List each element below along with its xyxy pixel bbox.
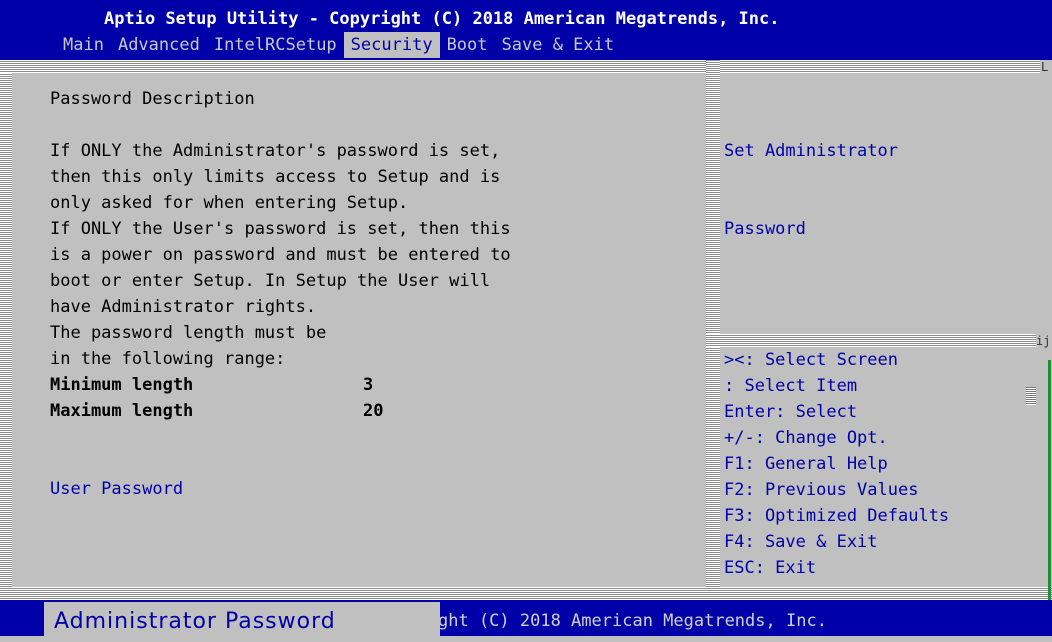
min-length-label: Minimum length bbox=[50, 375, 194, 395]
description-line: If ONLY the User's password is set, then… bbox=[50, 219, 511, 239]
description-line: boot or enter Setup. In Setup the User w… bbox=[50, 271, 491, 291]
tab-advanced[interactable]: Advanced bbox=[111, 32, 207, 58]
main-panel: Password Description If ONLY the Adminis… bbox=[50, 86, 700, 502]
top-border bbox=[0, 60, 1040, 73]
key-select-screen: ><: Select Screen bbox=[724, 350, 898, 370]
help-line: Password bbox=[724, 219, 806, 239]
description-line: If ONLY the Administrator's password is … bbox=[50, 141, 501, 161]
description-line: The password length must be bbox=[50, 323, 327, 343]
key-f1: F1: General Help bbox=[724, 454, 888, 474]
tab-intelrcsetup[interactable]: IntelRCSetup bbox=[207, 32, 344, 58]
password-description-heading: Password Description bbox=[50, 89, 255, 109]
mid-corner-glyph: ij bbox=[1036, 334, 1051, 348]
max-length-value: 20 bbox=[363, 401, 384, 421]
max-length-row: Maximum length 20 bbox=[50, 398, 700, 424]
max-length-label: Maximum length bbox=[50, 401, 194, 421]
left-border bbox=[0, 73, 12, 600]
footer-copyright: ght (C) 2018 American Megatrends, Inc. bbox=[438, 611, 827, 631]
description-line: then this only limits access to Setup an… bbox=[50, 167, 501, 187]
key-f3: F3: Optimized Defaults bbox=[724, 506, 950, 526]
tab-main[interactable]: Main bbox=[56, 32, 111, 58]
tab-save-exit[interactable]: Save & Exit bbox=[495, 32, 622, 58]
app-title: Aptio Setup Utility - Copyright (C) 2018… bbox=[104, 9, 780, 29]
user-password-item[interactable]: User Password bbox=[50, 476, 700, 502]
help-text: Set Administrator Password bbox=[724, 86, 898, 268]
top-corner-glyph: L bbox=[1041, 60, 1049, 74]
bottom-border bbox=[0, 587, 1052, 600]
green-edge bbox=[1048, 360, 1051, 600]
help-line: Set Administrator bbox=[724, 141, 898, 161]
selected-item-popup[interactable]: Administrator Password bbox=[44, 602, 440, 636]
description-line: only asked for when entering Setup. bbox=[50, 193, 409, 213]
header-bar: Aptio Setup Utility - Copyright (C) 2018… bbox=[0, 0, 1052, 60]
description-line: in the following range: bbox=[50, 349, 286, 369]
description-line: is a power on password and must be enter… bbox=[50, 245, 511, 265]
key-f4: F4: Save & Exit bbox=[724, 532, 878, 552]
key-f2: F2: Previous Values bbox=[724, 480, 919, 500]
key-select-item: : Select Item bbox=[724, 376, 858, 396]
scrollbar-thumb[interactable] bbox=[1026, 387, 1036, 405]
tab-boot[interactable]: Boot bbox=[440, 32, 495, 58]
panel-divider bbox=[706, 60, 720, 600]
tab-bar: Main Advanced IntelRCSetup Security Boot… bbox=[56, 32, 621, 58]
min-length-row: Minimum length 3 bbox=[50, 372, 700, 398]
description-line: have Administrator rights. bbox=[50, 297, 317, 317]
key-change-opt: +/-: Change Opt. bbox=[724, 428, 888, 448]
key-legend: ><: Select Screen : Select Item Enter: S… bbox=[724, 347, 949, 581]
tab-security[interactable]: Security bbox=[343, 32, 440, 58]
key-enter: Enter: Select bbox=[724, 402, 858, 422]
min-length-value: 3 bbox=[363, 375, 374, 395]
help-divider bbox=[706, 334, 1036, 347]
key-esc: ESC: Exit bbox=[724, 558, 817, 578]
